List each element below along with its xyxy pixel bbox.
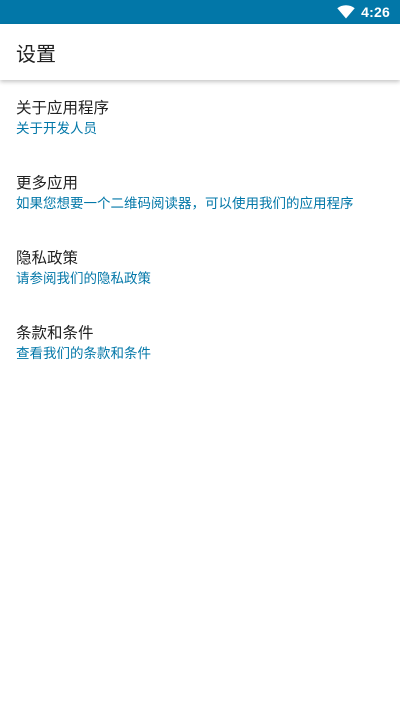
page-title: 设置 xyxy=(16,41,56,66)
settings-item-title: 条款和条件 xyxy=(16,324,94,342)
settings-item-title: 更多应用 xyxy=(16,174,79,192)
settings-item-title: 关于应用程序 xyxy=(16,99,110,117)
settings-item-privacy-policy[interactable]: 隐私政策 请参阅我们的隐私政策 xyxy=(0,230,400,305)
settings-item-summary: 如果您想要一个二维码阅读器，可以使用我们的应用程序 xyxy=(16,196,354,212)
settings-item-summary: 查看我们的条款和条件 xyxy=(16,346,151,362)
app-bar: 设置 xyxy=(0,24,400,80)
settings-item-more-apps[interactable]: 更多应用 如果您想要一个二维码阅读器，可以使用我们的应用程序 xyxy=(0,155,400,230)
settings-item-title: 隐私政策 xyxy=(16,249,79,267)
settings-item-summary: 请参阅我们的隐私政策 xyxy=(16,271,151,287)
wifi-icon xyxy=(337,5,355,19)
settings-item-about-app[interactable]: 关于应用程序 关于开发人员 xyxy=(0,80,400,155)
settings-list: 关于应用程序 关于开发人员 更多应用 如果您想要一个二维码阅读器，可以使用我们的… xyxy=(0,80,400,380)
settings-item-summary: 关于开发人员 xyxy=(16,121,97,137)
settings-item-terms[interactable]: 条款和条件 查看我们的条款和条件 xyxy=(0,305,400,380)
status-bar: 4:26 xyxy=(0,0,400,24)
status-clock: 4:26 xyxy=(361,4,390,20)
